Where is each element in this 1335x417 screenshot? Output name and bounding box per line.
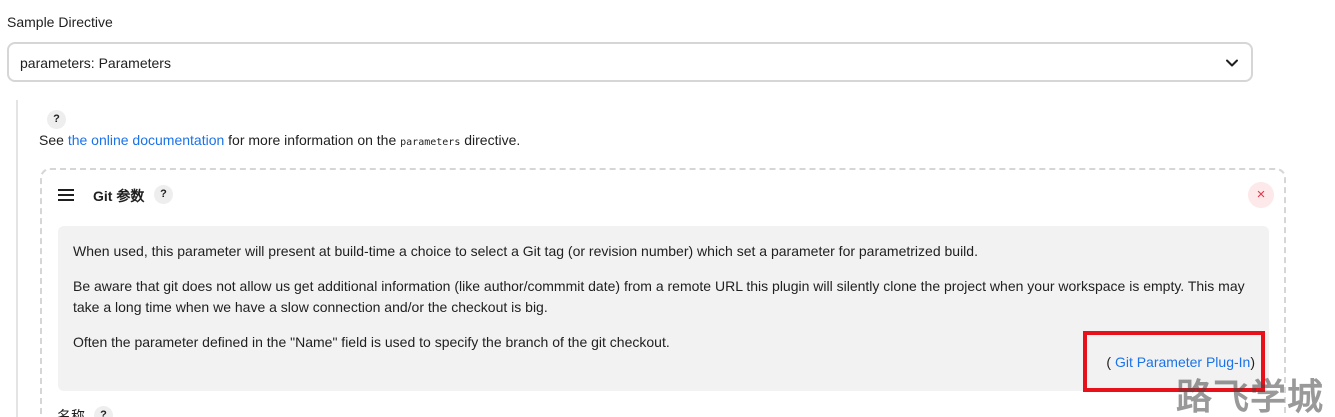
documentation-note: See the online documentation for more in…: [39, 132, 520, 148]
doc-prefix: See: [39, 132, 68, 148]
watermark: 路飞学城: [1176, 376, 1325, 417]
description-paragraph: Often the parameter defined in the "Name…: [73, 334, 670, 350]
help-icon[interactable]: ?: [154, 185, 173, 204]
description-paragraph: When used, this parameter will present a…: [73, 243, 978, 259]
online-documentation-link[interactable]: the online documentation: [68, 132, 224, 148]
section-divider: [16, 100, 18, 417]
chevron-down-icon: [1226, 59, 1238, 67]
sample-directive-select[interactable]: parameters: Parameters: [7, 42, 1253, 82]
sample-directive-label: Sample Directive: [7, 14, 113, 30]
drag-handle-icon[interactable]: [58, 189, 74, 201]
close-icon[interactable]: ×: [1248, 182, 1274, 208]
doc-suffix: directive.: [460, 132, 521, 148]
description-paragraph: Be aware that git does not allow us get …: [73, 278, 1245, 315]
directive-code: parameters: [400, 137, 461, 148]
name-field-label: 名称: [57, 408, 85, 417]
doc-middle: for more information on the: [224, 132, 401, 148]
help-icon[interactable]: ?: [47, 110, 66, 129]
card-title: Git 参数: [93, 188, 145, 204]
sample-directive-value: parameters: Parameters: [20, 55, 171, 71]
